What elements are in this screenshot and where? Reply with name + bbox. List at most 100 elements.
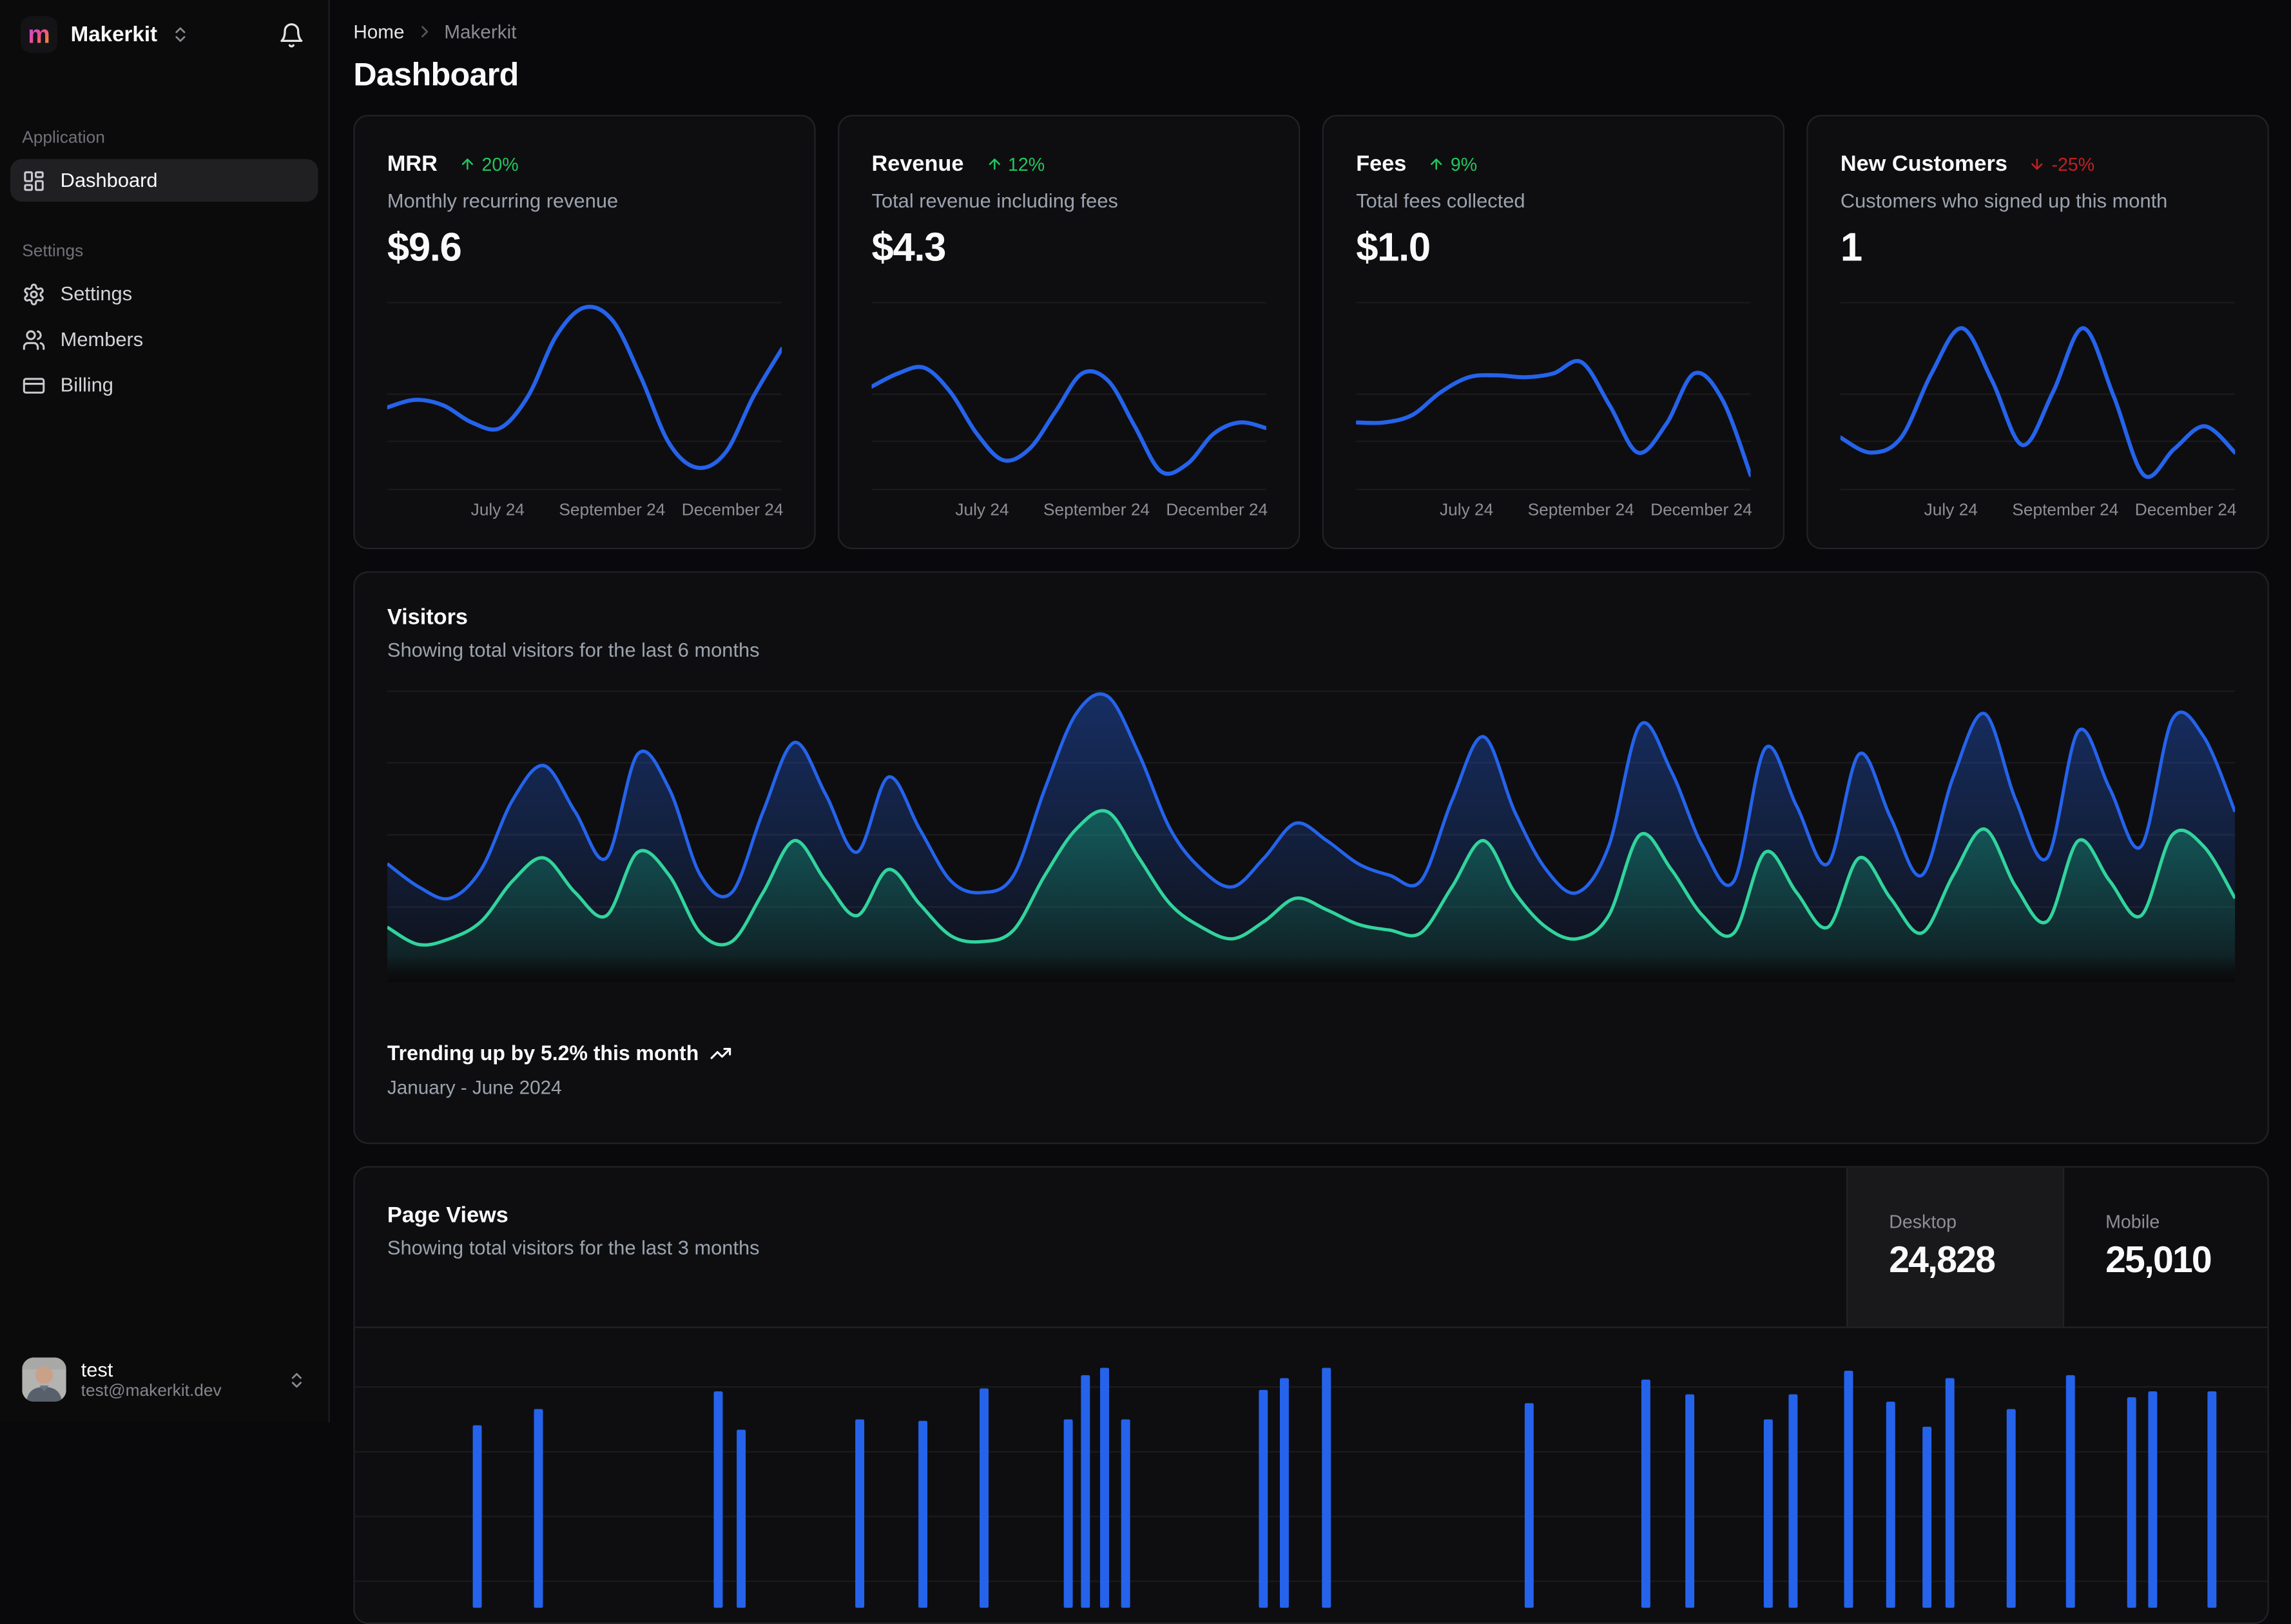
sparkline-chart: July 24 September 24 December 24 bbox=[871, 302, 1268, 527]
revenue-sparkline-chart[interactable] bbox=[871, 302, 1266, 490]
stat-card-mrr: MRR 20% Monthly recurring revenue $9.6 J… bbox=[353, 115, 816, 550]
toggle-value: 25,010 bbox=[2105, 1239, 2212, 1281]
page-views-subtitle: Showing total visitors for the last 3 mo… bbox=[387, 1237, 760, 1259]
dashboard-icon bbox=[22, 169, 46, 193]
chevrons-up-down-icon bbox=[175, 27, 186, 42]
user-avatar bbox=[22, 1357, 66, 1402]
visitors-subtitle: Showing total visitors for the last 6 mo… bbox=[387, 639, 760, 661]
visitors-card: Visitors Showing total visitors for the … bbox=[353, 571, 2269, 1145]
sidebar-item-label: Billing bbox=[60, 374, 113, 396]
sidebar-header: m Makerkit bbox=[0, 0, 328, 53]
bell-icon bbox=[280, 23, 303, 47]
sidebar-item-members[interactable]: Members bbox=[10, 318, 318, 360]
stat-value: $4.3 bbox=[871, 225, 947, 270]
visitors-date-range: January - June 2024 bbox=[387, 1076, 562, 1099]
stat-value: $1.0 bbox=[1356, 225, 1431, 270]
stat-title: MRR bbox=[387, 151, 438, 177]
x-axis-labels: July 24 September 24 December 24 bbox=[1356, 498, 1752, 527]
trend-value: 20% bbox=[481, 153, 519, 175]
sidebar-item-label: Members bbox=[60, 328, 144, 351]
stat-title: Revenue bbox=[871, 151, 964, 177]
stat-title: Fees bbox=[1356, 151, 1407, 177]
x-tick: September 24 bbox=[1527, 502, 1634, 520]
stat-value: $9.6 bbox=[387, 225, 462, 270]
sidebar: m Makerkit Application Dashboard Setting… bbox=[0, 0, 330, 1423]
billing-icon bbox=[22, 373, 46, 397]
arrow-up-icon bbox=[1431, 159, 1442, 170]
breadcrumb-home[interactable]: Home bbox=[353, 21, 404, 43]
trend-badge: 12% bbox=[986, 154, 1045, 175]
new-customers-sparkline-chart[interactable] bbox=[1840, 302, 2236, 490]
sidebar-item-dashboard[interactable]: Dashboard bbox=[10, 159, 318, 202]
arrow-up-icon bbox=[462, 159, 474, 170]
x-tick: July 24 bbox=[955, 502, 1009, 520]
toggle-mobile[interactable]: Mobile 25,010 bbox=[2062, 1167, 2268, 1327]
x-tick: December 24 bbox=[681, 502, 784, 520]
stat-card-new-customers: New Customers -25% Customers who signed … bbox=[1806, 115, 2269, 550]
stat-subtitle: Monthly recurring revenue bbox=[387, 189, 619, 212]
notifications-button[interactable] bbox=[275, 19, 307, 51]
sparkline-chart: July 24 September 24 December 24 bbox=[387, 302, 784, 527]
stat-subtitle: Customers who signed up this month bbox=[1840, 189, 2168, 212]
visitors-footer: Trending up by 5.2% this month January -… bbox=[387, 1041, 2235, 1098]
chevron-right-icon bbox=[421, 26, 428, 37]
toggle-label: Mobile bbox=[2105, 1212, 2160, 1233]
sidebar-item-label: Settings bbox=[60, 282, 133, 305]
members-icon bbox=[22, 327, 46, 351]
stat-value: 1 bbox=[1840, 225, 1862, 270]
page-views-bar-chart[interactable] bbox=[354, 1328, 2268, 1608]
sidebar-section-settings: Settings bbox=[22, 242, 84, 261]
visitors-chart bbox=[387, 690, 2236, 982]
x-tick: July 24 bbox=[1924, 502, 1978, 520]
page-views-card: Page Views Showing total visitors for th… bbox=[353, 1166, 2269, 1624]
stat-subtitle: Total fees collected bbox=[1356, 189, 1525, 212]
settings-icon bbox=[22, 282, 46, 306]
x-axis-labels: July 24 September 24 December 24 bbox=[387, 498, 784, 527]
sidebar-item-settings[interactable]: Settings bbox=[10, 273, 318, 315]
app-logo: m bbox=[20, 16, 58, 53]
visitors-area-chart[interactable] bbox=[387, 690, 2236, 980]
sparkline-chart: July 24 September 24 December 24 bbox=[1356, 302, 1752, 527]
user-name: test bbox=[81, 1358, 113, 1382]
trend-badge: -25% bbox=[2029, 154, 2094, 175]
page-views-chart bbox=[354, 1326, 2268, 1623]
workspace-selector[interactable]: m Makerkit bbox=[20, 16, 189, 53]
x-tick: September 24 bbox=[559, 502, 666, 520]
trend-value: -25% bbox=[2051, 153, 2095, 175]
main-content: Home Makerkit Dashboard MRR 20% Monthly … bbox=[330, 0, 2291, 1624]
trend-value: 9% bbox=[1450, 153, 1478, 175]
x-tick: July 24 bbox=[470, 502, 525, 520]
sidebar-item-label: Dashboard bbox=[60, 169, 158, 192]
sidebar-item-billing[interactable]: Billing bbox=[10, 363, 318, 406]
fees-sparkline-chart[interactable] bbox=[1356, 302, 1751, 490]
page-title: Dashboard bbox=[353, 55, 519, 93]
user-menu[interactable]: test test@makerkit.dev bbox=[10, 1349, 318, 1411]
trending-up-icon bbox=[710, 1047, 731, 1059]
visitors-title: Visitors bbox=[387, 605, 468, 630]
toggle-label: Desktop bbox=[1889, 1212, 1957, 1233]
page-views-title: Page Views bbox=[387, 1203, 508, 1228]
app-logo-letter: m bbox=[28, 20, 50, 49]
arrow-up-icon bbox=[988, 159, 1000, 170]
arrow-down-icon bbox=[2032, 159, 2044, 170]
stat-cards-row: MRR 20% Monthly recurring revenue $9.6 J… bbox=[353, 115, 2269, 550]
trend-badge: 9% bbox=[1429, 153, 1478, 175]
visitors-trend-text: Trending up by 5.2% this month bbox=[387, 1041, 699, 1065]
chevrons-up-down-icon bbox=[291, 1372, 302, 1387]
stat-subtitle: Total revenue including fees bbox=[871, 189, 1118, 212]
x-tick: July 24 bbox=[1440, 502, 1494, 520]
breadcrumb: Home Makerkit bbox=[353, 21, 2268, 43]
toggle-value: 24,828 bbox=[1889, 1239, 1996, 1281]
x-tick: December 24 bbox=[1650, 502, 1752, 520]
x-tick: December 24 bbox=[2134, 502, 2237, 520]
trend-badge: 20% bbox=[459, 153, 519, 175]
workspace-name: Makerkit bbox=[70, 23, 158, 46]
x-axis-labels: July 24 September 24 December 24 bbox=[872, 498, 1268, 527]
x-tick: December 24 bbox=[1166, 502, 1268, 520]
page-views-header: Page Views Showing total visitors for th… bbox=[355, 1167, 2268, 1327]
mrr-sparkline-chart[interactable] bbox=[387, 302, 782, 490]
toggle-desktop[interactable]: Desktop 24,828 bbox=[1846, 1167, 2063, 1327]
user-email: test@makerkit.dev bbox=[81, 1382, 222, 1400]
sidebar-section-application: Application bbox=[22, 130, 105, 148]
